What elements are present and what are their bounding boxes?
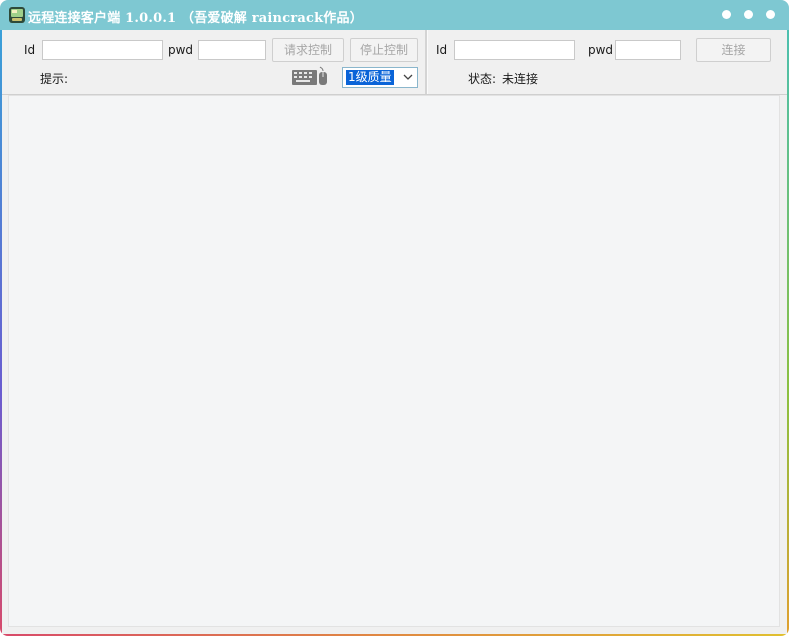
app-window: 远程连接客户端 1.0.0.1 （吾爱破解 raincrack作品） Id pw… (0, 0, 789, 636)
panel-separator (425, 30, 428, 94)
status-label: 状态: (468, 72, 497, 86)
minimize-dot[interactable] (722, 10, 731, 19)
toolbar: Id pwd 请求控制 停止控制 提示: 1级质量 Id pwd 连接 状态: … (2, 30, 787, 95)
keyboard-mouse-icon[interactable] (292, 66, 328, 86)
request-control-button[interactable]: 请求控制 (272, 38, 344, 62)
title-bar[interactable]: 远程连接客户端 1.0.0.1 （吾爱破解 raincrack作品） (0, 0, 789, 30)
controller-id-label: Id (24, 43, 36, 57)
quality-select-value: 1级质量 (346, 70, 394, 85)
quality-select[interactable]: 1级质量 (342, 67, 418, 88)
hint-label: 提示: (40, 72, 69, 86)
controller-pwd-input[interactable] (198, 40, 266, 60)
close-dot[interactable] (766, 10, 775, 19)
connect-button[interactable]: 连接 (696, 38, 771, 62)
window-title: 远程连接客户端 1.0.0.1 （吾爱破解 raincrack作品） (28, 11, 363, 26)
controller-id-input[interactable] (42, 40, 163, 60)
chevron-down-icon (403, 74, 413, 80)
maximize-dot[interactable] (744, 10, 753, 19)
stop-control-button[interactable]: 停止控制 (350, 38, 418, 62)
window-border-left (0, 30, 2, 636)
remote-view-area[interactable] (8, 95, 780, 627)
connection-id-input[interactable] (454, 40, 575, 60)
connection-id-label: Id (436, 43, 448, 57)
connection-pwd-label: pwd (588, 43, 614, 57)
controller-pwd-label: pwd (168, 43, 194, 57)
connection-pwd-input[interactable] (615, 40, 681, 60)
status-value: 未连接 (502, 72, 539, 86)
app-icon (9, 7, 25, 23)
